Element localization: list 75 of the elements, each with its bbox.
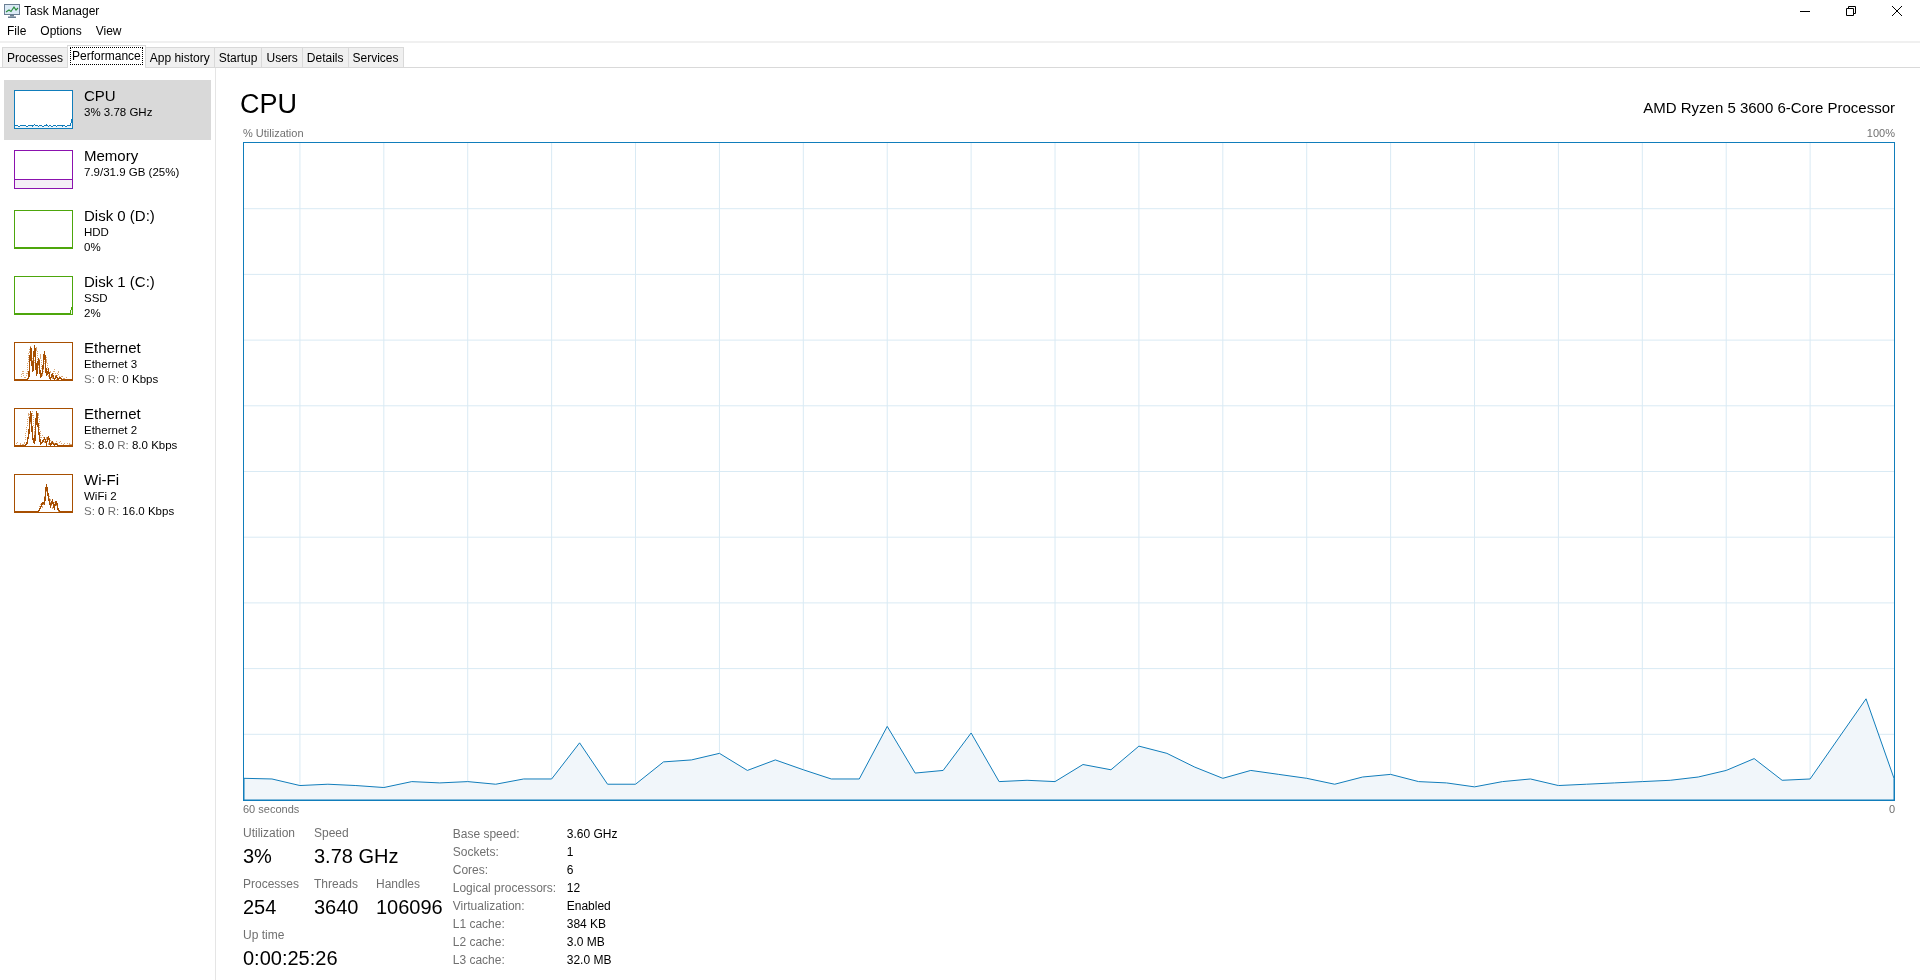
y-axis-label: % Utilization (243, 126, 304, 140)
detail-value: 6 (566, 863, 575, 877)
network-rate: S: 0 R: 0 Kbps (84, 372, 159, 387)
detail-label: Virtualization: (452, 899, 526, 913)
sidebar-item[interactable]: Ethernet Ethernet 2 S: 8.0 R: 8.0 Kbps (4, 398, 211, 464)
detail-value: 32.0 MB (566, 953, 613, 967)
stat-value: 3.78 GHz (314, 844, 399, 869)
stat-label: Up time (243, 927, 286, 943)
stat-label: Speed (314, 825, 350, 841)
detail-label: L1 cache: (452, 917, 506, 931)
monitor-graph-icon (4, 4, 20, 18)
sidebar-item[interactable]: Disk 0 (D:) HDD 0% (4, 200, 211, 266)
resource-detail: HDD (84, 225, 110, 240)
sidebar-item[interactable]: Ethernet Ethernet 3 S: 0 R: 0 Kbps (4, 332, 211, 398)
resource-detail: Ethernet 2 (84, 423, 139, 438)
sidebar-item[interactable]: Memory 7.9/31.9 GB (25%) (4, 140, 211, 200)
tab[interactable]: Services (347, 47, 404, 67)
tab[interactable]: Startup (213, 47, 263, 67)
resource-detail: WiFi 2 (84, 489, 118, 504)
resource-name: Memory (84, 147, 140, 165)
stat-value: 0:00:25:26 (243, 946, 338, 971)
resource-detail: 3% 3.78 GHz (84, 105, 153, 120)
resource-detail: 7.9/31.9 GB (25%) (84, 165, 180, 180)
restore-icon (1846, 6, 1856, 16)
detail-value: 384 KB (566, 917, 608, 931)
stat-label: Threads (314, 876, 360, 892)
stat-value: 3% (243, 844, 273, 869)
detail-value: Enabled (566, 899, 612, 913)
tab[interactable]: Details (301, 47, 349, 67)
time-end-label: 0 (1888, 802, 1895, 816)
detail-value: 3.0 MB (566, 935, 606, 949)
menu-item[interactable]: View (88, 23, 129, 40)
tab[interactable]: Performance (67, 45, 146, 68)
stat-value: 3640 (314, 895, 360, 920)
stat-label: Handles (376, 876, 422, 892)
resource-detail: Ethernet 3 (84, 357, 139, 372)
time-span-label: 60 seconds (243, 802, 300, 816)
detail-label: Logical processors: (452, 881, 558, 895)
sidebar-item[interactable]: Disk 1 (C:) SSD 2% (4, 266, 211, 332)
resource-name: CPU (84, 87, 117, 105)
panel-title: CPU (240, 88, 297, 120)
sidebar-item[interactable]: Wi-Fi WiFi 2 S: 0 R: 16.0 Kbps (4, 464, 211, 530)
network-rate: S: 8.0 R: 8.0 Kbps (84, 438, 178, 453)
close-icon (1892, 6, 1902, 16)
sidebar-item[interactable]: CPU 3% 3.78 GHz (4, 80, 211, 140)
menu-item[interactable]: Options (33, 23, 89, 40)
processor-name: AMD Ryzen 5 3600 6-Core Processor (1643, 99, 1895, 117)
stat-value: 106096 (376, 895, 443, 920)
tab[interactable]: Users (261, 47, 303, 67)
detail-label: Base speed: (452, 827, 521, 841)
resource-name: Disk 0 (D:) (84, 207, 155, 225)
stat-label: Utilization (243, 825, 297, 841)
stat-label: Processes (243, 876, 301, 892)
window-title: Task Manager (24, 4, 100, 18)
tab[interactable]: Processes (2, 47, 69, 67)
detail-value: 12 (566, 881, 582, 895)
detail-value: 1 (566, 845, 575, 859)
detail-label: Sockets: (452, 845, 500, 859)
detail-value: 3.60 GHz (566, 827, 618, 841)
network-rate: S: 0 R: 16.0 Kbps (84, 504, 175, 519)
resource-name: Ethernet (84, 339, 142, 357)
detail-label: L2 cache: (452, 935, 506, 949)
menu-item[interactable]: File (0, 23, 34, 40)
stat-value: 254 (243, 895, 278, 920)
scale-max-label: 100% (1866, 126, 1895, 140)
resource-name: Wi-Fi (84, 471, 120, 489)
minimize-icon (1800, 10, 1810, 12)
resource-detail: 0% (84, 240, 102, 255)
detail-label: Cores: (452, 863, 490, 877)
resource-name: Disk 1 (C:) (84, 273, 155, 291)
resource-detail: 2% (84, 306, 102, 321)
resource-name: Ethernet (84, 405, 142, 423)
tab[interactable]: App history (144, 47, 215, 67)
resource-detail: SSD (84, 291, 109, 306)
detail-label: L3 cache: (452, 953, 506, 967)
